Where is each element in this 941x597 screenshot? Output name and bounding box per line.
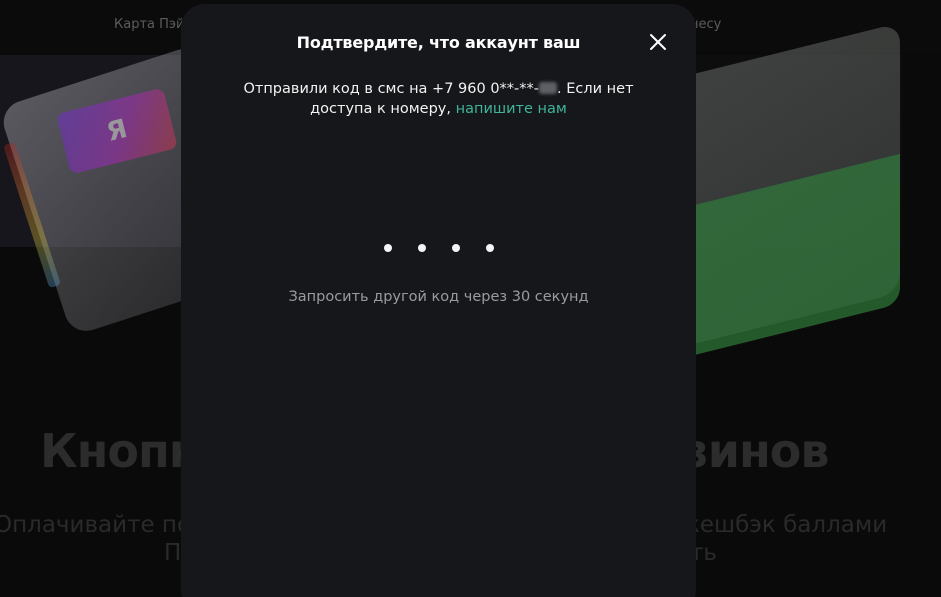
code-digit-placeholder: [383, 244, 392, 252]
modal-title: Подтвердите, что аккаунт ваш: [296, 33, 581, 52]
resend-code-countdown: Запросить другой код через 30 секунд: [288, 289, 589, 305]
sms-code-input[interactable]: [181, 244, 696, 252]
write-to-us-link[interactable]: напишите нам: [456, 101, 567, 117]
masked-phone-digits: [539, 82, 558, 94]
page: Карта Пэй несу Я Кнопк зинов Оплачивайте…: [0, 0, 941, 597]
sms-sent-description: Отправили код в смс на +7 960 0**-**-. Е…: [211, 79, 666, 119]
verify-account-modal: Подтвердите, что аккаунт ваш Отправили к…: [181, 4, 696, 597]
background-subtitle-right-line1: кешбэк баллами: [686, 512, 888, 538]
background-heading-left: Кнопк: [40, 424, 200, 478]
background-subtitle-left-line1: Оплачивайте по: [0, 512, 192, 538]
sms-sent-text: Отправили код в смс на +7 960 0**-**-: [243, 81, 540, 97]
code-digit-placeholder: [417, 244, 426, 252]
code-digit-placeholder: [451, 244, 460, 252]
close-button[interactable]: [647, 31, 669, 53]
close-icon: [650, 34, 666, 50]
background-nav-link-card-pay: Карта Пэй: [114, 17, 185, 32]
code-digit-placeholder: [485, 244, 494, 252]
yandex-logo-letter: Я: [103, 114, 131, 148]
background-heading-right: зинов: [682, 424, 829, 478]
background-subtitle-left-line2: П: [164, 540, 182, 566]
